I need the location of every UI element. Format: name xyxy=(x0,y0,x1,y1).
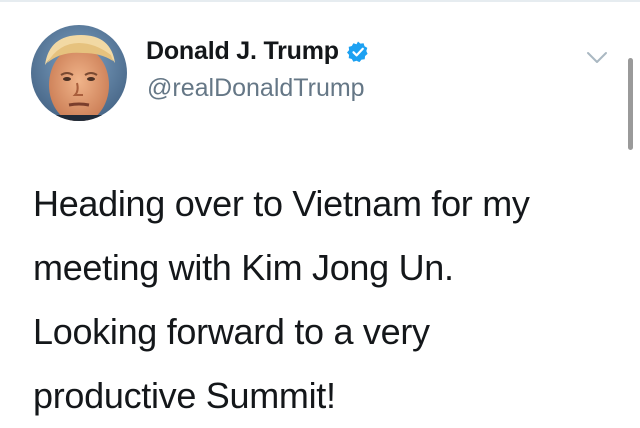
avatar[interactable] xyxy=(31,25,127,121)
tweet-text-line: Heading over to Vietnam for my xyxy=(33,183,530,224)
author-name-row[interactable]: Donald J. Trump xyxy=(146,37,370,66)
tweet-view: Donald J. Trump @realDonaldTrump Heading… xyxy=(0,0,640,428)
chevron-down-icon xyxy=(587,52,607,63)
author-display-name[interactable]: Donald J. Trump xyxy=(146,37,339,66)
tweet-text-line: Looking forward to a very xyxy=(33,311,430,352)
author-handle[interactable]: @realDonaldTrump xyxy=(147,74,365,103)
tweet-text-line: meeting with Kim Jong Un. xyxy=(33,247,454,288)
tweet-text-line: productive Summit! xyxy=(33,375,336,416)
verified-badge-icon xyxy=(346,40,370,64)
divider xyxy=(0,0,640,2)
tweet-text: Heading over to Vietnam for my meeting w… xyxy=(33,172,613,428)
avatar-photo-icon xyxy=(31,25,127,121)
scrollbar[interactable] xyxy=(628,58,633,150)
tweet-menu-button[interactable] xyxy=(586,50,608,66)
